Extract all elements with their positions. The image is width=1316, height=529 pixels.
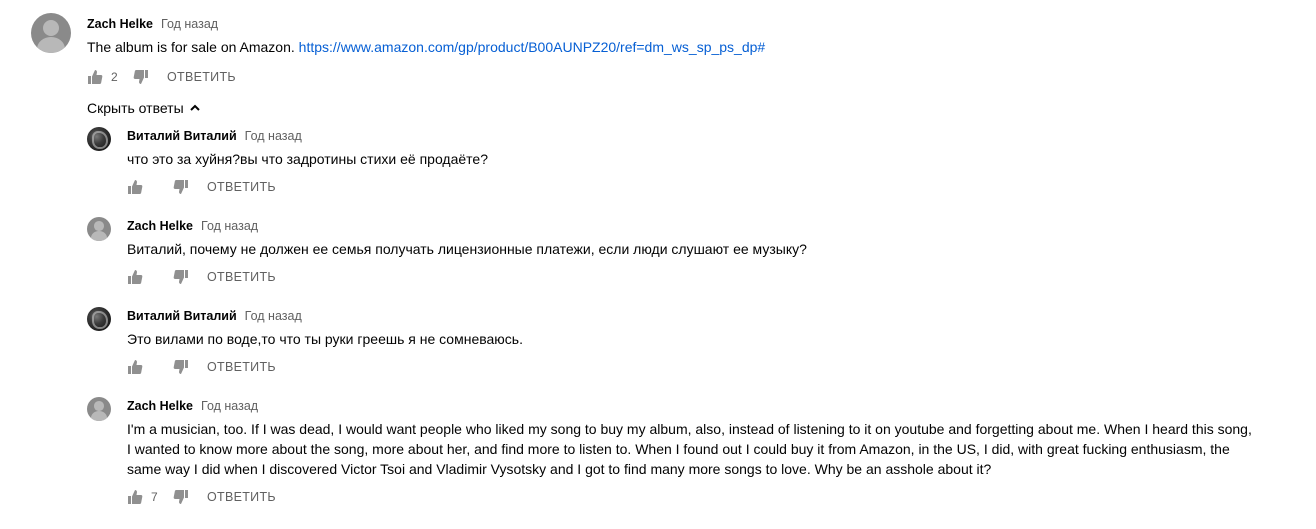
- avatar-placeholder-icon[interactable]: [87, 217, 111, 241]
- comment-actions: ОТВЕТИТЬ: [127, 265, 1307, 289]
- avatar-photo-icon[interactable]: [87, 307, 111, 331]
- comment-actions: 7 ОТВЕТИТЬ: [127, 485, 1257, 509]
- author-name[interactable]: Zach Helke: [87, 17, 153, 31]
- comment-actions: ОТВЕТИТЬ: [127, 355, 1307, 379]
- like-count: 2: [111, 70, 118, 84]
- avatar-placeholder-icon[interactable]: [31, 13, 71, 53]
- comment-text-body: The album is for sale on Amazon.: [87, 39, 299, 55]
- reply-button[interactable]: ОТВЕТИТЬ: [207, 360, 276, 374]
- hide-replies-label: Скрыть ответы: [87, 100, 184, 116]
- author-name[interactable]: Zach Helke: [127, 219, 193, 233]
- thumbs-up-icon[interactable]: [127, 359, 143, 375]
- thumbs-up-icon[interactable]: [87, 69, 103, 85]
- thumbs-down-icon[interactable]: [173, 359, 189, 375]
- author-name[interactable]: Виталий Виталий: [127, 129, 237, 143]
- comment-meta: Виталий Виталий Год назад: [127, 127, 1307, 145]
- thumbs-down-icon[interactable]: [173, 179, 189, 195]
- comment-time[interactable]: Год назад: [201, 219, 258, 233]
- thumbs-down-icon[interactable]: [173, 489, 189, 505]
- comment-text: что это за хуйня?вы что задротины стихи …: [127, 151, 488, 167]
- comment-meta: Виталий Виталий Год назад: [127, 307, 1307, 325]
- reply-comment: Zach Helke Год назад Виталий, почему не д…: [87, 217, 1307, 289]
- comment-meta: Zach Helke Год назад: [127, 217, 1307, 235]
- comment-time[interactable]: Год назад: [245, 309, 302, 323]
- reply-button[interactable]: ОТВЕТИТЬ: [167, 70, 236, 84]
- top-comment: Zach Helke Год назад The album is for sal…: [31, 13, 1287, 89]
- chevron-up-icon: [189, 104, 200, 111]
- comment-time[interactable]: Год назад: [161, 17, 218, 31]
- reply-button[interactable]: ОТВЕТИТЬ: [207, 490, 276, 504]
- comment-meta: Zach Helke Год назад: [87, 15, 1287, 33]
- thumbs-up-icon[interactable]: [127, 269, 143, 285]
- comment-text: Виталий, почему не должен ее семья получ…: [127, 241, 807, 257]
- like-count: 7: [151, 490, 158, 504]
- avatar-photo-icon[interactable]: [87, 127, 111, 151]
- thumbs-down-icon[interactable]: [173, 269, 189, 285]
- reply-comment: Виталий Виталий Год назад Это вилами по в…: [87, 307, 1307, 379]
- comment-actions: 2 ОТВЕТИТЬ: [87, 65, 1287, 89]
- reply-button[interactable]: ОТВЕТИТЬ: [207, 270, 276, 284]
- avatar-placeholder-icon[interactable]: [87, 397, 111, 421]
- author-name[interactable]: Виталий Виталий: [127, 309, 237, 323]
- comment-text: I'm a musician, too. If I was dead, I wo…: [127, 421, 1252, 477]
- reply-comment: Виталий Виталий Год назад что это за хуйн…: [87, 127, 1307, 199]
- thumbs-down-icon[interactable]: [133, 69, 149, 85]
- comment-text: Это вилами по воде,то что ты руки греешь…: [127, 331, 523, 347]
- reply-button[interactable]: ОТВЕТИТЬ: [207, 180, 276, 194]
- reply-comment: Zach Helke Год назад I'm a musician, too.…: [87, 397, 1257, 509]
- amazon-link[interactable]: https://www.amazon.com/gp/product/B00AUN…: [299, 39, 766, 55]
- comment-time[interactable]: Год назад: [245, 129, 302, 143]
- author-name[interactable]: Zach Helke: [127, 399, 193, 413]
- thumbs-up-icon[interactable]: [127, 179, 143, 195]
- hide-replies-button[interactable]: Скрыть ответы: [87, 100, 200, 116]
- thumbs-up-icon[interactable]: [127, 489, 143, 505]
- comment-time[interactable]: Год назад: [201, 399, 258, 413]
- comment-meta: Zach Helke Год назад: [127, 397, 1257, 415]
- comment-text: The album is for sale on Amazon. https:/…: [87, 37, 1287, 57]
- comment-actions: ОТВЕТИТЬ: [127, 175, 1307, 199]
